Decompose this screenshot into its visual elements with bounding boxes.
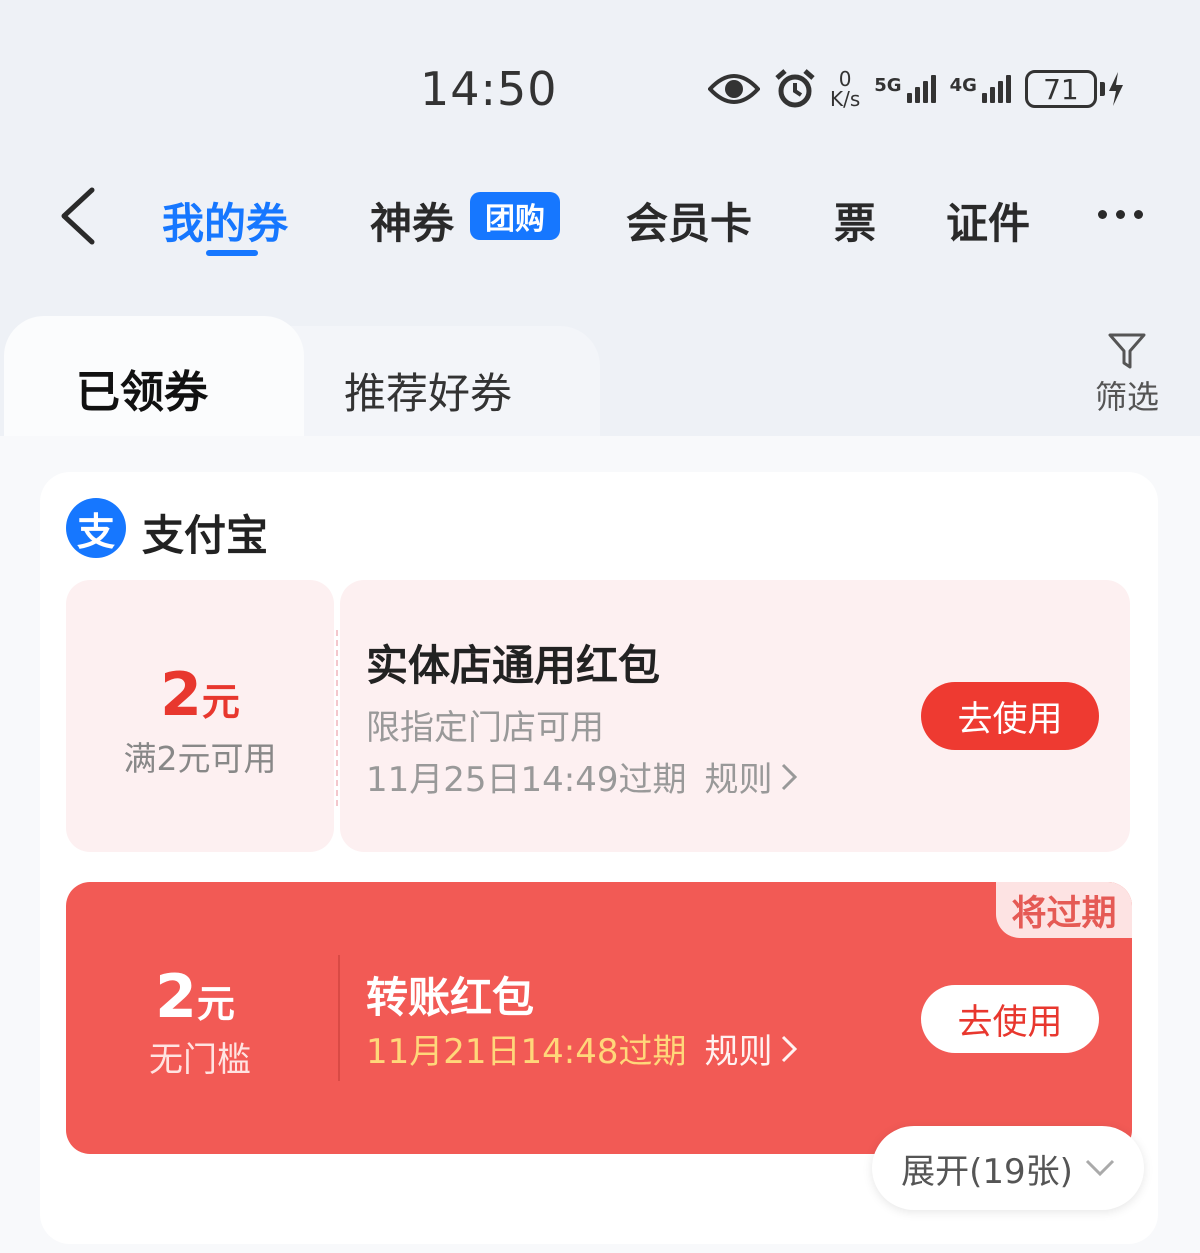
chevron-right-icon xyxy=(781,1035,797,1062)
coupon-1-expiry-row: 11月25日14:49过期 规则 xyxy=(366,752,797,801)
coupon-1-expiry: 11月25日14:49过期 xyxy=(366,760,687,800)
signal-4g-icon: 4G xyxy=(950,75,1011,103)
filter-label: 筛选 xyxy=(1094,378,1159,416)
status-time: 14:50 xyxy=(420,62,558,116)
coupon-2-use-button[interactable]: 去使用 xyxy=(921,985,1099,1053)
group-buy-badge: 团购 xyxy=(470,192,560,240)
coupon-1-subtitle: 限指定门店可用 xyxy=(366,708,604,748)
coupon-1-condition: 满2元可用 xyxy=(123,739,277,778)
signal-5g-icon: 5G xyxy=(874,75,936,103)
tab-super-coupons[interactable]: 神券 xyxy=(370,190,454,251)
charging-icon xyxy=(1108,72,1123,106)
eye-icon xyxy=(708,74,760,104)
coupon-2-amount-number: 2 xyxy=(155,962,197,1032)
coupon-2-expiring-badge: 将过期 xyxy=(996,882,1132,938)
group-title: 支付宝 xyxy=(142,511,269,560)
coupon-2-rule-label: 规则 xyxy=(704,1032,773,1072)
coupon-2-amount: 2元 xyxy=(0,962,390,1032)
active-tab-indicator xyxy=(206,250,258,256)
expand-button[interactable]: 展开(19张) xyxy=(872,1126,1144,1210)
net-speed-value: 0 xyxy=(838,67,852,91)
coupon-2-expiry-row: 11月21日14:48过期 规则 xyxy=(366,1024,797,1073)
coupon-1-amount-unit: 元 xyxy=(201,680,240,724)
coupon-2-amount-unit: 元 xyxy=(196,982,235,1026)
coupon-1-amount-number: 2 xyxy=(160,660,202,730)
segment-received[interactable]: 已领券 xyxy=(76,356,208,420)
back-arrow-icon[interactable] xyxy=(56,186,106,246)
filter-button[interactable]: 筛选 xyxy=(1090,332,1164,418)
coupon-1-amount: 2元 xyxy=(0,660,400,730)
alarm-icon xyxy=(775,69,815,108)
battery-level: 71 xyxy=(1024,70,1097,108)
more-options-icon[interactable] xyxy=(1098,210,1143,219)
net-speed: 0 K/s xyxy=(830,69,860,109)
coupon-1-use-button[interactable]: 去使用 xyxy=(921,682,1099,750)
tab-my-coupons[interactable]: 我的券 xyxy=(162,190,288,251)
coupon-2-rule-link[interactable]: 规则 xyxy=(705,1024,797,1073)
signal-5g-label: 5G xyxy=(874,75,902,96)
segment-recommended[interactable]: 推荐好券 xyxy=(344,360,512,421)
tab-certificates[interactable]: 证件 xyxy=(946,190,1030,251)
coupon-2-title: 转账红包 xyxy=(366,973,535,1022)
coupon-1-rule-label: 规则 xyxy=(704,760,773,800)
coupon-1-title: 实体店通用红包 xyxy=(366,641,661,690)
tab-tickets[interactable]: 票 xyxy=(834,190,876,251)
signal-4g-label: 4G xyxy=(949,75,977,96)
tab-membership-cards[interactable]: 会员卡 xyxy=(626,190,752,251)
alipay-logo-icon: 支 xyxy=(66,498,126,558)
coupon-1-rule-link[interactable]: 规则 xyxy=(705,752,797,801)
battery-icon: 71 xyxy=(1024,70,1124,108)
coupon-2-expiry: 11月21日14:48过期 xyxy=(366,1032,687,1072)
net-speed-unit: K/s xyxy=(830,87,861,111)
chevron-right-icon xyxy=(781,763,797,790)
status-icons: 0 K/s 5G 4G 71 xyxy=(708,64,1124,114)
chevron-down-icon xyxy=(1085,1159,1114,1177)
expand-label: 展开(19张) xyxy=(901,1151,1073,1192)
coupon-2-condition: 无门槛 xyxy=(149,1040,251,1080)
filter-icon xyxy=(1108,333,1146,369)
